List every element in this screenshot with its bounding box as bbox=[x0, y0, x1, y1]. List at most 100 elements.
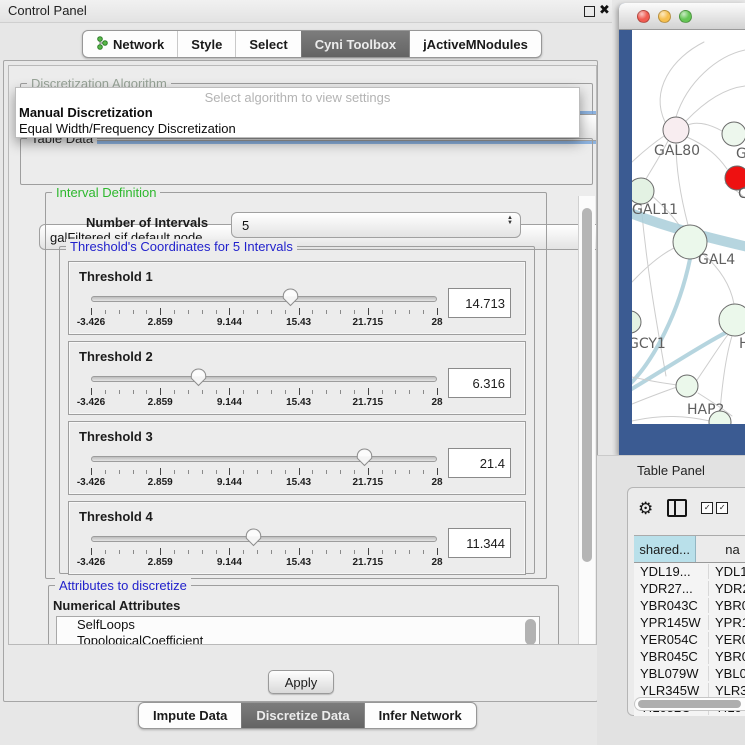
cell-name[interactable]: YBR0 bbox=[708, 649, 745, 664]
threshold-label: Threshold 4 bbox=[79, 509, 153, 524]
checkbox-icon[interactable]: ✓ bbox=[701, 502, 713, 514]
cell-name[interactable]: YPR1 bbox=[708, 615, 745, 630]
cell-name[interactable]: YBL0 bbox=[708, 666, 745, 681]
slider-thumb[interactable] bbox=[245, 528, 262, 547]
table-horizontal-scrollbar[interactable] bbox=[634, 697, 745, 711]
network-view-window[interactable]: GAL80G.CGAL11GAL4GCY1HHAP2 bbox=[619, 3, 745, 455]
slider-thumb[interactable] bbox=[282, 288, 299, 307]
network-node[interactable] bbox=[719, 304, 745, 336]
table-row[interactable]: YBL079WYBL0 bbox=[634, 665, 745, 682]
table-row[interactable]: YBR043CYBR0 bbox=[634, 597, 745, 614]
table-horizontal-scrollbar-thumb[interactable] bbox=[638, 700, 741, 708]
tick-mark bbox=[285, 550, 286, 554]
cell-name[interactable]: YBR0 bbox=[708, 598, 745, 613]
tick-mark bbox=[174, 310, 175, 314]
network-edge bbox=[720, 336, 732, 411]
network-canvas[interactable]: GAL80G.CGAL11GAL4GCY1HHAP2 bbox=[632, 30, 745, 424]
panel-vertical-scrollbar[interactable] bbox=[578, 196, 595, 644]
tick-mark bbox=[326, 550, 327, 554]
checkbox-icon[interactable]: ✓ bbox=[716, 502, 728, 514]
checkbox-icons[interactable]: ✓ ✓ bbox=[701, 502, 728, 514]
cell-shared-name[interactable]: YLR345W bbox=[634, 683, 708, 698]
cell-shared-name[interactable]: YDL19... bbox=[634, 564, 708, 579]
network-node[interactable] bbox=[632, 178, 654, 204]
mac-close-button[interactable] bbox=[637, 10, 650, 23]
threshold-value-field[interactable]: 21.4 bbox=[448, 448, 511, 478]
number-of-intervals-spinner[interactable]: 5 ▲▼ bbox=[231, 212, 521, 238]
gear-icon[interactable]: ⚙ bbox=[638, 500, 653, 517]
slider-track[interactable] bbox=[91, 296, 437, 302]
tick-mark bbox=[368, 548, 369, 555]
node-table-rows: YDL19...YDL1YDR27...YDR2YBR043CYBR0YPR14… bbox=[634, 563, 745, 716]
tab-discretize-data[interactable]: Discretize Data bbox=[241, 703, 363, 728]
control-panel-tabs: Network Style Select Cyni Toolbox jActiv… bbox=[82, 30, 542, 58]
attribute-item[interactable]: TopologicalCoefficient bbox=[57, 633, 539, 646]
threshold-panel: Threshold 3 -3.4262.8599.14415.4321.7152… bbox=[68, 421, 526, 495]
apply-button[interactable]: Apply bbox=[268, 670, 334, 694]
cell-name[interactable]: YER0 bbox=[708, 632, 745, 647]
network-node[interactable] bbox=[722, 122, 745, 146]
cell-shared-name[interactable]: YPR145W bbox=[634, 615, 708, 630]
mac-zoom-button[interactable] bbox=[679, 10, 692, 23]
close-icon[interactable]: ✖ bbox=[599, 2, 610, 18]
tick-label: 9.144 bbox=[217, 397, 242, 408]
tab-cyni-toolbox[interactable]: Cyni Toolbox bbox=[301, 31, 409, 57]
threshold-slider[interactable]: -3.4262.8599.14415.4321.71528 bbox=[91, 372, 437, 408]
tab-infer-network[interactable]: Infer Network bbox=[364, 703, 476, 728]
table-row[interactable]: YDR27...YDR2 bbox=[634, 580, 745, 597]
threshold-slider[interactable]: -3.4262.8599.14415.4321.71528 bbox=[91, 292, 437, 328]
attribute-item[interactable]: SelfLoops bbox=[57, 617, 539, 633]
slider-track[interactable] bbox=[91, 376, 437, 382]
attributes-scrollbar[interactable] bbox=[525, 619, 536, 645]
threshold-slider[interactable]: -3.4262.8599.14415.4321.71528 bbox=[91, 452, 437, 488]
network-node[interactable] bbox=[632, 311, 641, 333]
mac-minimize-button[interactable] bbox=[658, 10, 671, 23]
column-header-name[interactable]: na bbox=[696, 536, 745, 562]
tab-select[interactable]: Select bbox=[235, 31, 300, 57]
cell-shared-name[interactable]: YBL079W bbox=[634, 666, 708, 681]
panel-vertical-scrollbar-thumb[interactable] bbox=[582, 208, 592, 562]
tick-mark bbox=[395, 310, 396, 314]
network-node[interactable] bbox=[663, 117, 689, 143]
slider-thumb[interactable] bbox=[190, 368, 207, 387]
threshold-value-field[interactable]: 14.713 bbox=[448, 288, 511, 318]
network-edge bbox=[686, 86, 745, 121]
table-row[interactable]: YPR145WYPR1 bbox=[634, 614, 745, 631]
threshold-value-field[interactable]: 6.316 bbox=[448, 368, 511, 398]
cell-shared-name[interactable]: YDR27... bbox=[634, 581, 708, 596]
table-row[interactable]: YER054CYER0 bbox=[634, 631, 745, 648]
table-row[interactable]: YBR045CYBR0 bbox=[634, 648, 745, 665]
table-row[interactable]: YDL19...YDL1 bbox=[634, 563, 745, 580]
slider-thumb[interactable] bbox=[356, 448, 373, 467]
cell-name[interactable]: YDR2 bbox=[708, 581, 745, 596]
threshold-value-field[interactable]: 11.344 bbox=[448, 528, 511, 558]
cell-shared-name[interactable]: YBR043C bbox=[634, 598, 708, 613]
slider-track[interactable] bbox=[91, 536, 437, 542]
cell-name[interactable]: YLR3 bbox=[708, 683, 745, 698]
tick-mark bbox=[285, 310, 286, 314]
tab-style[interactable]: Style bbox=[177, 31, 235, 57]
tab-impute-data[interactable]: Impute Data bbox=[139, 703, 241, 728]
tab-jactivemnodules[interactable]: jActiveMNodules bbox=[409, 31, 541, 57]
table-panel-title: Table Panel bbox=[637, 463, 705, 478]
cell-shared-name[interactable]: YER054C bbox=[634, 632, 708, 647]
slider-track[interactable] bbox=[91, 456, 437, 462]
tab-network[interactable]: Network bbox=[83, 31, 177, 57]
network-node-label: GAL80 bbox=[654, 143, 700, 159]
columns-icon[interactable] bbox=[667, 499, 687, 517]
network-node-label: GCY1 bbox=[632, 336, 666, 352]
algorithm-option-manual[interactable]: Manual Discretization bbox=[16, 105, 579, 121]
numerical-attributes-list[interactable]: SelfLoopsTopologicalCoefficientBetweenne… bbox=[56, 616, 540, 645]
threshold-slider[interactable]: -3.4262.8599.14415.4321.71528 bbox=[91, 532, 437, 568]
tick-mark bbox=[382, 550, 383, 554]
cell-name[interactable]: YDL1 bbox=[708, 564, 745, 579]
tick-mark bbox=[257, 310, 258, 314]
algorithm-option-equal-width[interactable]: Equal Width/Frequency Discretization bbox=[16, 121, 579, 137]
cell-shared-name[interactable]: YBR045C bbox=[634, 649, 708, 664]
network-node[interactable] bbox=[676, 375, 698, 397]
float-window-icon[interactable] bbox=[584, 6, 595, 17]
cyni-scrollpane: Discretization Algorithm ▲▼ Select algor… bbox=[8, 65, 597, 645]
tick-mark bbox=[340, 550, 341, 554]
column-header-shared-name[interactable]: shared... bbox=[634, 536, 696, 562]
network-node-label: G. bbox=[736, 146, 745, 162]
